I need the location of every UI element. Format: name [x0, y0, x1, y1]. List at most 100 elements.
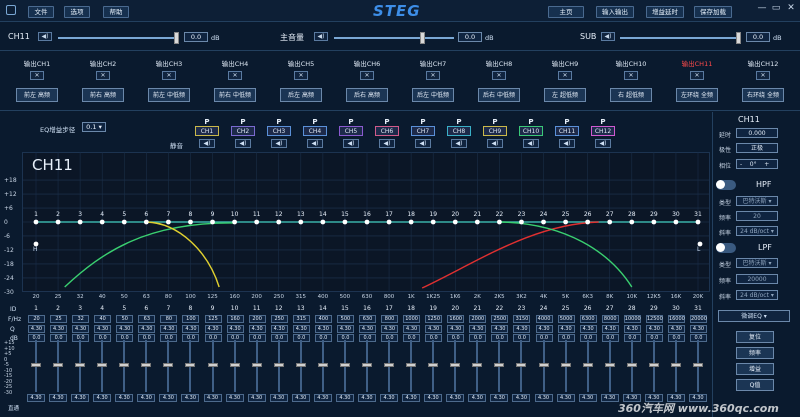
output-mute-icon-2[interactable]: ✕: [96, 71, 110, 80]
band-freq-field[interactable]: 400: [314, 315, 332, 323]
band-freq-field[interactable]: 16000: [667, 315, 685, 323]
band-freq-field[interactable]: 125: [204, 315, 222, 323]
band-q-field[interactable]: 4.30: [469, 325, 487, 333]
output-mute-icon-8[interactable]: ✕: [492, 71, 506, 80]
output-select-10[interactable]: 右 超低频: [610, 88, 652, 102]
band-q-field[interactable]: 4.30: [579, 325, 597, 333]
phase-spinner[interactable]: - 0° +: [736, 159, 778, 169]
nav-input-output[interactable]: 输入输出: [596, 6, 634, 18]
eq-fader-thumb[interactable]: [560, 363, 571, 367]
band-q-field[interactable]: 4.30: [292, 325, 310, 333]
eq-fader-thumb[interactable]: [273, 363, 284, 367]
freq-button[interactable]: 频率: [736, 347, 774, 359]
band-freq-field[interactable]: 50: [116, 315, 134, 323]
sub-volume-value[interactable]: 0.0: [746, 32, 770, 42]
band-q-field[interactable]: 4.30: [690, 325, 707, 333]
output-select-4[interactable]: 前右 中低频: [214, 88, 256, 102]
band-q-field[interactable]: 4.30: [667, 325, 685, 333]
sub-volume-slider[interactable]: [620, 37, 740, 39]
eq-fader-thumb[interactable]: [450, 363, 461, 367]
eq-fader-thumb[interactable]: [516, 363, 527, 367]
eq-fader-value[interactable]: 4.30: [71, 394, 90, 402]
band-freq-field[interactable]: 40: [94, 315, 112, 323]
eq-fader-thumb[interactable]: [693, 363, 703, 367]
channel-link-6[interactable]: CH6: [375, 126, 399, 136]
band-freq-field[interactable]: 1600: [447, 315, 465, 323]
band-q-field[interactable]: 4.30: [557, 325, 575, 333]
band-q-field[interactable]: 4.30: [270, 325, 288, 333]
channel-mute-icon-12[interactable]: ◀): [595, 139, 611, 148]
band-freq-field[interactable]: 250: [270, 315, 288, 323]
band-freq-field[interactable]: 12500: [645, 315, 663, 323]
eq-fader-thumb[interactable]: [185, 363, 196, 367]
band-freq-field[interactable]: 6300: [579, 315, 597, 323]
channel-link-10[interactable]: CH10: [519, 126, 543, 136]
eq-fader-value[interactable]: 4.30: [600, 394, 619, 402]
channel-link-7[interactable]: CH7: [411, 126, 435, 136]
eq-fader-thumb[interactable]: [97, 363, 108, 367]
band-freq-field[interactable]: 32: [72, 315, 90, 323]
eq-fader-thumb[interactable]: [604, 363, 615, 367]
output-select-12[interactable]: 右环绕 全频: [742, 88, 784, 102]
channel-mute-icon-9[interactable]: ◀): [487, 139, 503, 148]
band-q-field[interactable]: 4.30: [226, 325, 244, 333]
band-freq-field[interactable]: 100: [182, 315, 200, 323]
eq-fader-value[interactable]: 4.30: [556, 394, 575, 402]
band-q-field[interactable]: 4.30: [314, 325, 332, 333]
channel-link-2[interactable]: CH2: [231, 126, 255, 136]
output-mute-icon-11[interactable]: ✕: [690, 71, 704, 80]
output-select-6[interactable]: 后右 高频: [346, 88, 388, 102]
menu-help[interactable]: 帮助: [103, 6, 129, 18]
band-q-field[interactable]: 4.30: [645, 325, 663, 333]
output-select-1[interactable]: 前左 高频: [16, 88, 58, 102]
channel-link-3[interactable]: CH3: [267, 126, 291, 136]
lpf-toggle[interactable]: [716, 243, 736, 253]
band-q-field[interactable]: 4.30: [182, 325, 200, 333]
band-freq-field[interactable]: 5000: [557, 315, 575, 323]
band-freq-field[interactable]: 20: [28, 315, 45, 323]
eq-fader-value[interactable]: 4.30: [203, 394, 222, 402]
eq-fader-thumb[interactable]: [163, 363, 174, 367]
eq-fader-value[interactable]: 4.30: [137, 394, 156, 402]
eq-fader-value[interactable]: 4.30: [512, 394, 531, 402]
maximize-icon[interactable]: ▭: [770, 3, 782, 13]
hpf-toggle[interactable]: [716, 180, 736, 190]
band-freq-field[interactable]: 800: [381, 315, 399, 323]
band-freq-field[interactable]: 8000: [601, 315, 619, 323]
eq-fader-thumb[interactable]: [670, 363, 681, 367]
eq-fader-thumb[interactable]: [494, 363, 505, 367]
main-volume-slider[interactable]: [334, 37, 454, 39]
eq-fader-thumb[interactable]: [75, 363, 86, 367]
delay-value[interactable]: 0.000: [736, 128, 778, 138]
channel-link-4[interactable]: CH4: [303, 126, 327, 136]
eq-fader-thumb[interactable]: [119, 363, 130, 367]
channel-link-12[interactable]: CH12: [591, 126, 615, 136]
eq-fader-value[interactable]: 4.30: [181, 394, 200, 402]
band-q-field[interactable]: 4.30: [623, 325, 641, 333]
channel-mute-icon-4[interactable]: ◀): [307, 139, 323, 148]
band-freq-field[interactable]: 2500: [491, 315, 509, 323]
eq-fader-value[interactable]: 4.30: [27, 394, 45, 402]
eq-fader-thumb[interactable]: [472, 363, 483, 367]
band-freq-field[interactable]: 200: [248, 315, 266, 323]
nav-save-load[interactable]: 保存加载: [694, 6, 732, 18]
channel-mute-icon-6[interactable]: ◀): [379, 139, 395, 148]
output-select-9[interactable]: 左 超低频: [544, 88, 586, 102]
band-q-field[interactable]: 4.30: [72, 325, 90, 333]
channel-mute-icon-10[interactable]: ◀): [523, 139, 539, 148]
ch-volume-slider[interactable]: [58, 37, 178, 39]
output-mute-icon-12[interactable]: ✕: [756, 71, 770, 80]
eq-fader-value[interactable]: 4.30: [247, 394, 266, 402]
eq-fader-value[interactable]: 4.30: [49, 394, 68, 402]
band-q-field[interactable]: 4.30: [116, 325, 134, 333]
eq-fader-value[interactable]: 4.30: [380, 394, 399, 402]
eq-fader-thumb[interactable]: [295, 363, 306, 367]
band-q-field[interactable]: 4.30: [336, 325, 354, 333]
band-q-field[interactable]: 4.30: [204, 325, 222, 333]
sub-volume-thumb[interactable]: [736, 32, 741, 44]
eq-fader-value[interactable]: 4.30: [402, 394, 421, 402]
eq-fader-value[interactable]: 4.30: [225, 394, 244, 402]
band-freq-field[interactable]: 25: [50, 315, 68, 323]
channel-link-8[interactable]: CH8: [447, 126, 471, 136]
output-mute-icon-10[interactable]: ✕: [624, 71, 638, 80]
